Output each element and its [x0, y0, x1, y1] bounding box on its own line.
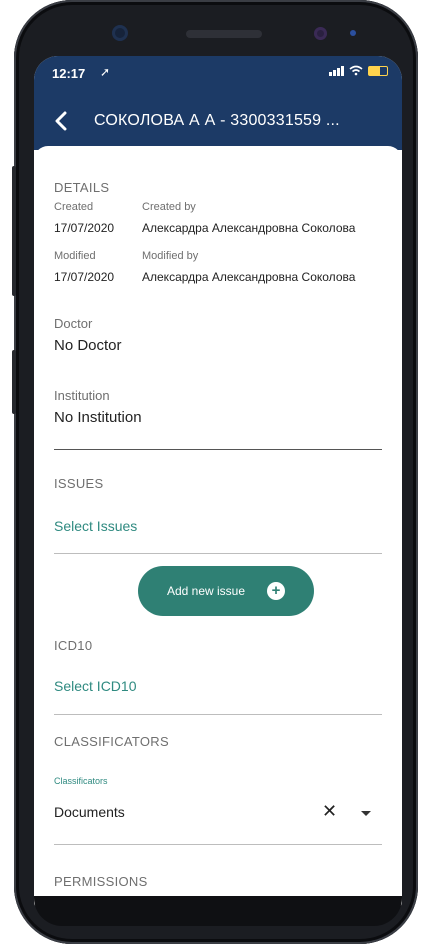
battery-icon [368, 65, 388, 76]
divider [54, 714, 382, 715]
created-by-label: Created by [142, 201, 196, 213]
details-sheet: DETAILS Created Created by 17/07/2020 Ал… [34, 146, 402, 906]
cellular-signal-icon [329, 65, 344, 76]
status-icons [329, 65, 388, 76]
select-issues-link[interactable]: Select Issues [54, 518, 137, 534]
modified-label: Modified [54, 250, 96, 262]
speaker-grille [186, 30, 262, 38]
permissions-section-title: PERMISSIONS [54, 874, 148, 889]
back-arrow-icon[interactable] [48, 108, 74, 134]
institution-value: No Institution [54, 409, 142, 426]
created-label: Created [54, 201, 94, 213]
clear-icon[interactable]: ✕ [322, 801, 337, 822]
add-new-issue-label: Add new issue [166, 584, 246, 598]
location-arrow-icon: ➚ [100, 65, 111, 79]
created-date: 17/07/2020 [54, 221, 115, 235]
created-by-value: Алексардра Александровна Соколова [142, 221, 356, 235]
details-section-title: DETAILS [54, 180, 110, 195]
divider [54, 844, 382, 845]
divider [54, 553, 382, 554]
icd10-section-title: ICD10 [54, 638, 93, 653]
app-screen: 12:17 ➚ СОКОЛОВА А А - 3300331559 ... DE… [34, 56, 402, 908]
wifi-icon [349, 65, 363, 76]
modified-by-label: Modified by [142, 250, 199, 262]
proximity-sensor [350, 30, 356, 36]
modified-by-value: Алексардра Александровна Соколова [142, 270, 356, 284]
select-icd10-link[interactable]: Select ICD10 [54, 678, 136, 694]
dropdown-caret-icon[interactable] [361, 811, 371, 816]
stage: 12:17 ➚ СОКОЛОВА А А - 3300331559 ... DE… [0, 0, 421, 944]
plus-icon: + [267, 582, 286, 600]
add-new-issue-button[interactable]: Add new issue + [138, 566, 314, 616]
iris-sensor [314, 27, 327, 40]
classificators-value[interactable]: Documents [54, 804, 125, 820]
issues-section-title: ISSUES [54, 476, 104, 491]
volume-button [12, 350, 16, 414]
status-time: 12:17 [52, 66, 86, 81]
institution-label: Institution [54, 388, 110, 403]
status-bar: 12:17 ➚ [34, 56, 402, 94]
app-bar: СОКОЛОВА А А - 3300331559 ... [34, 94, 402, 150]
classificators-section-title: CLASSIFICATORS [54, 734, 169, 749]
page-title: СОКОЛОВА А А - 3300331559 ... [94, 112, 340, 129]
modified-date: 17/07/2020 [54, 270, 115, 284]
doctor-label: Doctor [54, 316, 93, 331]
classificators-field-label: Classificators [54, 776, 108, 786]
doctor-value: No Doctor [54, 337, 122, 354]
bixby-button [12, 166, 16, 296]
divider [54, 449, 382, 450]
bottom-bezel [34, 896, 402, 926]
front-camera [112, 25, 128, 41]
